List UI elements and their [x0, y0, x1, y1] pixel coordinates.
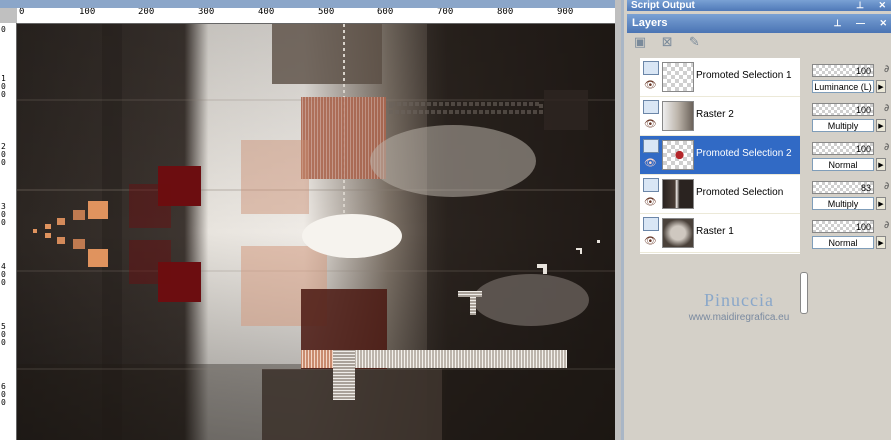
watermark-title: Pinuccia [704, 290, 774, 310]
eye-icon[interactable]: 👁 [644, 158, 657, 169]
layer-props-row: 100 ∂ Luminance (L) ▶ [810, 58, 891, 96]
layer-name: Promoted Selection [696, 187, 784, 198]
eye-icon[interactable]: 👁 [644, 236, 657, 247]
layer-group-icon[interactable] [643, 100, 659, 114]
ruler-label: 2 0 0 [1, 142, 6, 167]
delete-layer-icon[interactable]: ⊠ [657, 34, 677, 52]
panel-controls-icon[interactable]: ⊥ — ✕ [834, 14, 891, 33]
layers-titlebar[interactable]: Layers ⊥ — ✕ [627, 14, 891, 33]
ruler-label: 800 [497, 8, 514, 17]
pin-icon[interactable]: ⊥ ✕ [856, 0, 891, 11]
right-panel: Script Output ⊥ ✕ Layers ⊥ — ✕ ▣ ⊠ ✎ 👁 P… [621, 0, 891, 440]
blend-mode-select[interactable]: Multiply [812, 197, 874, 210]
layer-name: Promoted Selection 1 [696, 70, 792, 81]
opacity-slider[interactable]: 100 [812, 142, 874, 155]
ruler-label: 300 [198, 8, 215, 17]
ruler-label: 200 [138, 8, 155, 17]
ruler-label: 400 [258, 8, 275, 17]
opacity-slider[interactable]: 100 [812, 103, 874, 116]
watermark: Pinuccia www.maidiregrafica.eu [654, 290, 824, 323]
ruler-label: 500 [318, 8, 335, 17]
layer-name: Raster 1 [696, 226, 734, 237]
layer-row-promoted-selection-2[interactable]: 👁 Promoted Selection 2 [640, 136, 800, 175]
opacity-slider[interactable]: 83 [812, 181, 874, 194]
layer-thumbnail [662, 218, 694, 248]
blend-mode-select[interactable]: Luminance (L) [812, 80, 874, 93]
ruler-label: 0 [19, 8, 25, 17]
ruler-label: 1 0 0 [1, 74, 6, 99]
layer-props-row: 83 ∂ Multiply ▶ [810, 175, 891, 213]
lock-icon[interactable]: ∂ [884, 64, 889, 75]
layer-props-row: 100 ∂ Normal ▶ [810, 214, 891, 252]
layer-row-promoted-selection-1[interactable]: 👁 Promoted Selection 1 [640, 58, 800, 97]
chevron-right-icon[interactable]: ▶ [876, 80, 886, 93]
ruler-label: 700 [437, 8, 454, 17]
watermark-url: www.maidiregrafica.eu [688, 312, 790, 323]
opacity-slider[interactable]: 100 [812, 64, 874, 77]
layer-row-raster-2[interactable]: 👁 Raster 2 [640, 97, 800, 136]
eye-icon[interactable]: 👁 [644, 197, 657, 208]
lock-icon[interactable]: ∂ [884, 103, 889, 114]
chevron-right-icon[interactable]: ▶ [876, 119, 886, 132]
layer-group-icon[interactable] [643, 178, 659, 192]
layer-group-icon[interactable] [643, 139, 659, 153]
ruler-label: 0 [1, 25, 6, 34]
layer-list: 👁 Promoted Selection 1 👁 Raster 2 👁 Prom… [640, 58, 800, 254]
ruler-label: 900 [557, 8, 574, 17]
ruler-label: 100 [79, 8, 96, 17]
layer-properties-column: 100 ∂ Luminance (L) ▶ 100 ∂ Multiply ▶ 1… [810, 58, 891, 254]
blend-mode-select[interactable]: Normal [812, 158, 874, 171]
lock-icon[interactable]: ∂ [884, 181, 889, 192]
image-window: 0 100 200 300 400 500 600 700 800 900 0 … [0, 0, 621, 440]
layer-properties-icon[interactable]: ✎ [684, 34, 704, 52]
layer-props-row: 100 ∂ Normal ▶ [810, 136, 891, 174]
chevron-right-icon[interactable]: ▶ [876, 236, 886, 249]
chevron-right-icon[interactable]: ▶ [876, 197, 886, 210]
ruler-label: 3 0 0 [1, 202, 6, 227]
new-layer-icon[interactable]: ▣ [630, 34, 650, 52]
image-canvas[interactable] [17, 24, 615, 440]
layer-props-row: 100 ∂ Multiply ▶ [810, 97, 891, 135]
eye-icon[interactable]: 👁 [644, 80, 657, 91]
layer-thumbnail [662, 140, 694, 170]
horizontal-ruler: 0 100 200 300 400 500 600 700 800 900 [17, 8, 621, 24]
opacity-slider[interactable]: 100 [812, 220, 874, 233]
ruler-label: 6 0 0 [1, 382, 6, 407]
lock-icon[interactable]: ∂ [884, 142, 889, 153]
layers-toolbar: ▣ ⊠ ✎ [630, 34, 750, 56]
layer-row-promoted-selection[interactable]: 👁 Promoted Selection [640, 175, 800, 214]
blend-mode-select[interactable]: Multiply [812, 119, 874, 132]
layer-group-icon[interactable] [643, 217, 659, 231]
script-output-titlebar[interactable]: Script Output ⊥ ✕ [627, 0, 891, 11]
layer-row-raster-1[interactable]: 👁 Raster 1 [640, 214, 800, 253]
artwork [17, 24, 615, 440]
layer-thumbnail [662, 101, 694, 131]
vertical-ruler: 0 1 0 0 2 0 0 3 0 0 4 0 0 5 0 0 6 0 0 [0, 23, 17, 440]
ruler-label: 600 [377, 8, 394, 17]
layer-thumbnail [662, 62, 694, 92]
layer-thumbnail [662, 179, 694, 209]
layer-group-icon[interactable] [643, 61, 659, 75]
eye-icon[interactable]: 👁 [644, 119, 657, 130]
layer-name: Raster 2 [696, 109, 734, 120]
chevron-right-icon[interactable]: ▶ [876, 158, 886, 171]
image-window-titlebar [0, 0, 621, 8]
ruler-label: 5 0 0 [1, 322, 6, 347]
script-output-title: Script Output [631, 0, 695, 11]
layers-title: Layers [632, 17, 668, 29]
layer-name: Promoted Selection 2 [696, 148, 792, 159]
ruler-label: 4 0 0 [1, 262, 6, 287]
lock-icon[interactable]: ∂ [884, 220, 889, 231]
blend-mode-select[interactable]: Normal [812, 236, 874, 249]
